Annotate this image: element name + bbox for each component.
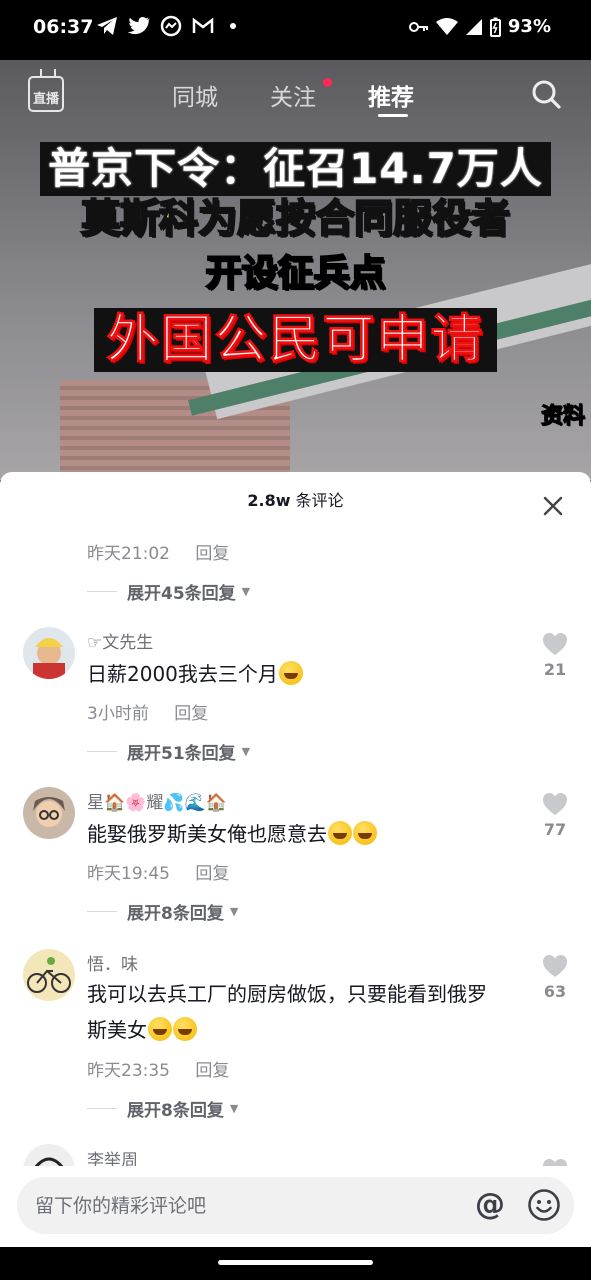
live-label: 直播 (32, 92, 59, 107)
comment-username[interactable]: ☞文先生 (87, 628, 153, 653)
status-time: 06:37 (33, 16, 94, 38)
chevron-down-icon: ▼ (241, 745, 251, 758)
following-badge (323, 78, 332, 87)
comment-text: 我可以去兵工厂的厨房做饭，只要能看到俄罗 斯美女 (87, 976, 527, 1048)
expand-replies[interactable]: 展开45条回复 ▼ (87, 579, 250, 604)
twitter-icon (128, 17, 150, 35)
reply-button[interactable]: 回复 (195, 864, 229, 884)
comment-list[interactable]: 昨天21:02 回复 展开45条回复 ▼ ☞文先生 日薪2000我去三个月 3小时… (0, 530, 591, 1166)
expand-replies[interactable]: 展开8条回复 ▼ (87, 1096, 238, 1121)
comments-sheet: 2.8w 条评论 昨天21:02 回复 展开45条回复 ▼ ☞文先生 日薪2000… (0, 472, 591, 1247)
rofl-emoji-icon (148, 1017, 172, 1041)
expand-replies-label: 展开45条回复 (127, 584, 236, 604)
expand-replies-label: 展开51条回复 (127, 744, 236, 764)
reply-button[interactable]: 回复 (174, 704, 208, 724)
system-nav-bar (0, 1247, 591, 1280)
comment-time: 昨天23:35 (87, 1061, 170, 1081)
comment-username[interactable]: 星🏠🌸耀💦🌊🏠 (87, 788, 227, 813)
emoji-smile-icon[interactable] (527, 1188, 561, 1222)
comment-username[interactable]: 李举周 (87, 1146, 138, 1166)
comment-input[interactable] (35, 1177, 455, 1234)
like-button[interactable] (541, 1158, 569, 1166)
headline-3: 开设征兵点 (204, 253, 386, 294)
comment-time: 昨天21:02 (87, 544, 170, 564)
rofl-emoji-icon (278, 661, 303, 685)
messenger-icon (160, 15, 182, 37)
source-tag: 资料 (540, 404, 585, 430)
comment-meta: 昨天21:02 回复 (87, 539, 229, 564)
comment-time: 昨天19:45 (87, 864, 170, 884)
expand-replies[interactable]: 展开8条回复 ▼ (87, 899, 238, 924)
comment-text-content: 能娶俄罗斯美女俺也愿意去 (87, 822, 327, 846)
more-notifications-dot (230, 23, 236, 29)
like-count: 63 (543, 982, 567, 1001)
headline-1: 普京下令：征召14.7万人 (0, 142, 591, 196)
like-button[interactable]: 77 (541, 792, 569, 839)
live-tv-icon[interactable]: 直播 (28, 76, 64, 112)
comment-text-line1: 我可以去兵工厂的厨房做饭，只要能看到俄罗 (87, 982, 487, 1006)
comment-meta: 3小时前 回复 (87, 699, 208, 724)
like-count: 21 (543, 660, 567, 679)
reply-button[interactable]: 回复 (195, 544, 229, 564)
avatar[interactable] (23, 787, 75, 839)
tab-following[interactable]: 关注 (270, 78, 316, 112)
chevron-down-icon: ▼ (229, 905, 239, 918)
comments-header: 2.8w 条评论 (0, 472, 591, 530)
wifi-icon (435, 17, 458, 35)
comment-text-line2: 斯美女 (87, 1018, 147, 1042)
expand-replies[interactable]: 展开51条回复 ▼ (87, 739, 250, 764)
comment-count-suffix: 条评论 (295, 491, 344, 510)
comment-count: 2.8w (247, 491, 291, 510)
expand-replies-label: 展开8条回复 (127, 1101, 224, 1121)
comment-meta: 昨天19:45 回复 (87, 859, 229, 884)
status-bar: 06:37 93% (0, 0, 591, 60)
heart-icon (543, 955, 567, 977)
avatar[interactable] (23, 1144, 75, 1166)
headline-2: 莫斯科为愿按合同服役者 (80, 197, 511, 242)
avatar[interactable] (23, 627, 75, 679)
close-icon[interactable] (543, 496, 563, 516)
tab-recommended[interactable]: 推荐 (368, 78, 414, 112)
tab-same-city[interactable]: 同城 (172, 78, 218, 112)
battery-percent: 93% (507, 16, 551, 37)
headline-4: 外国公民可申请 (0, 308, 591, 372)
comment-username[interactable]: 悟．味 (87, 950, 138, 975)
telegram-icon (97, 17, 117, 35)
comment-input-bar: @ (17, 1177, 574, 1234)
headline-1-text: 普京下令：征召14.7万人 (40, 142, 551, 196)
top-nav: 直播 同城 关注 推荐 (0, 60, 591, 130)
signal-icon (465, 18, 482, 35)
comment-text-content: 日薪2000我去三个月 (87, 662, 278, 686)
headline-4-text: 外国公民可申请 (94, 308, 497, 372)
active-tab-indicator (378, 114, 408, 117)
mention-at-icon[interactable]: @ (472, 1187, 508, 1223)
rofl-emoji-icon (353, 821, 377, 845)
chevron-down-icon: ▼ (229, 1102, 239, 1115)
gmail-icon (192, 17, 214, 33)
reply-button[interactable]: 回复 (195, 1061, 229, 1081)
search-icon[interactable] (530, 78, 562, 110)
like-button[interactable]: 63 (541, 954, 569, 1001)
video-player[interactable]: 直播 同城 关注 推荐 普京下令：征召14.7万人 莫斯科为愿按合同服役者 开设… (0, 60, 591, 480)
rofl-emoji-icon (328, 821, 352, 845)
comment-text: 能娶俄罗斯美女俺也愿意去 (87, 816, 527, 852)
like-button[interactable]: 21 (541, 632, 569, 679)
comment-time: 3小时前 (87, 704, 149, 724)
status-right: 93% (408, 16, 551, 37)
comment-meta: 昨天23:35 回复 (87, 1056, 229, 1081)
heart-icon (543, 793, 567, 815)
comment-text: 日薪2000我去三个月 (87, 656, 527, 692)
heart-icon (543, 1159, 567, 1166)
vpn-key-icon (408, 21, 428, 32)
battery-icon (489, 17, 501, 37)
chevron-down-icon: ▼ (241, 585, 251, 598)
rofl-emoji-icon (173, 1017, 197, 1041)
heart-icon (543, 633, 567, 655)
like-count: 77 (543, 820, 567, 839)
expand-replies-label: 展开8条回复 (127, 904, 224, 924)
avatar[interactable] (23, 949, 75, 1001)
notification-icons (96, 15, 236, 37)
home-gesture-pill[interactable] (218, 1260, 373, 1265)
